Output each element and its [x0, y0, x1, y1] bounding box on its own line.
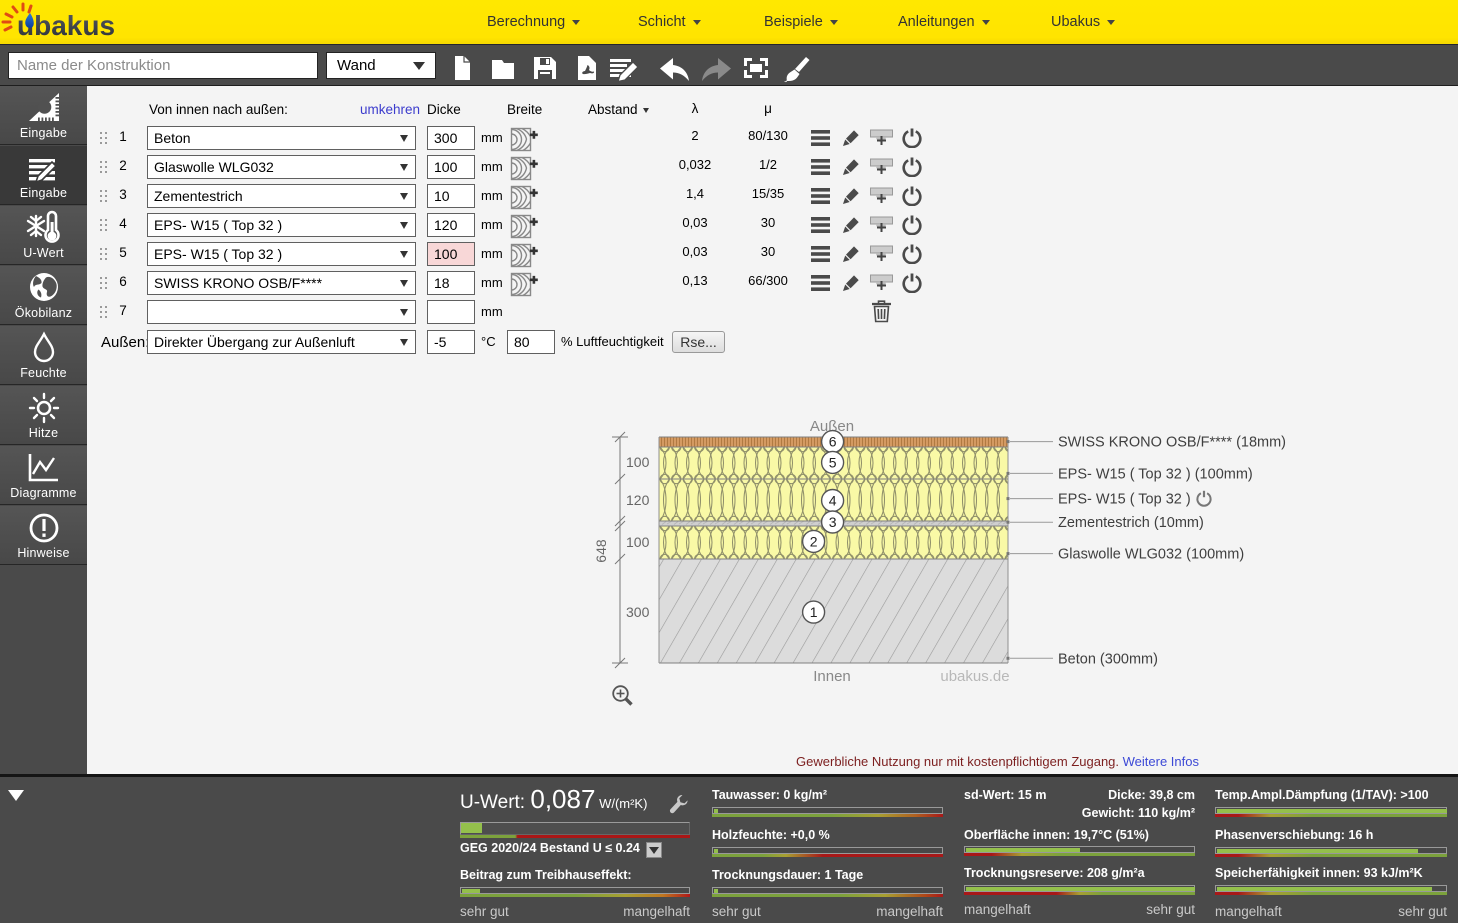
svg-text:Zementestrich (10mm): Zementestrich (10mm) [1058, 515, 1204, 531]
svg-text:EPS- W15 ( Top 32 ): EPS- W15 ( Top 32 ) [1058, 492, 1191, 508]
svg-text:120: 120 [626, 492, 650, 508]
svg-text:5: 5 [829, 454, 837, 470]
svg-text:100: 100 [626, 534, 650, 550]
svg-text:6: 6 [829, 434, 837, 450]
svg-text:648: 648 [595, 539, 609, 563]
svg-text:Beton (300mm): Beton (300mm) [1058, 651, 1158, 667]
svg-text:SWISS KRONO OSB/F**** (18mm): SWISS KRONO OSB/F**** (18mm) [1058, 435, 1286, 451]
svg-text:Glaswolle WLG032 (100mm): Glaswolle WLG032 (100mm) [1058, 547, 1244, 563]
svg-text:300: 300 [626, 604, 650, 620]
svg-text:EPS- W15 ( Top 32 ) (100mm): EPS- W15 ( Top 32 ) (100mm) [1058, 466, 1253, 482]
svg-text:4: 4 [829, 493, 837, 509]
svg-text:3: 3 [829, 514, 837, 530]
svg-text:ubakus.de: ubakus.de [940, 668, 1009, 685]
svg-text:100: 100 [626, 454, 650, 470]
svg-text:1: 1 [810, 604, 818, 620]
svg-text:2: 2 [810, 533, 818, 549]
svg-text:Innen: Innen [813, 668, 851, 685]
